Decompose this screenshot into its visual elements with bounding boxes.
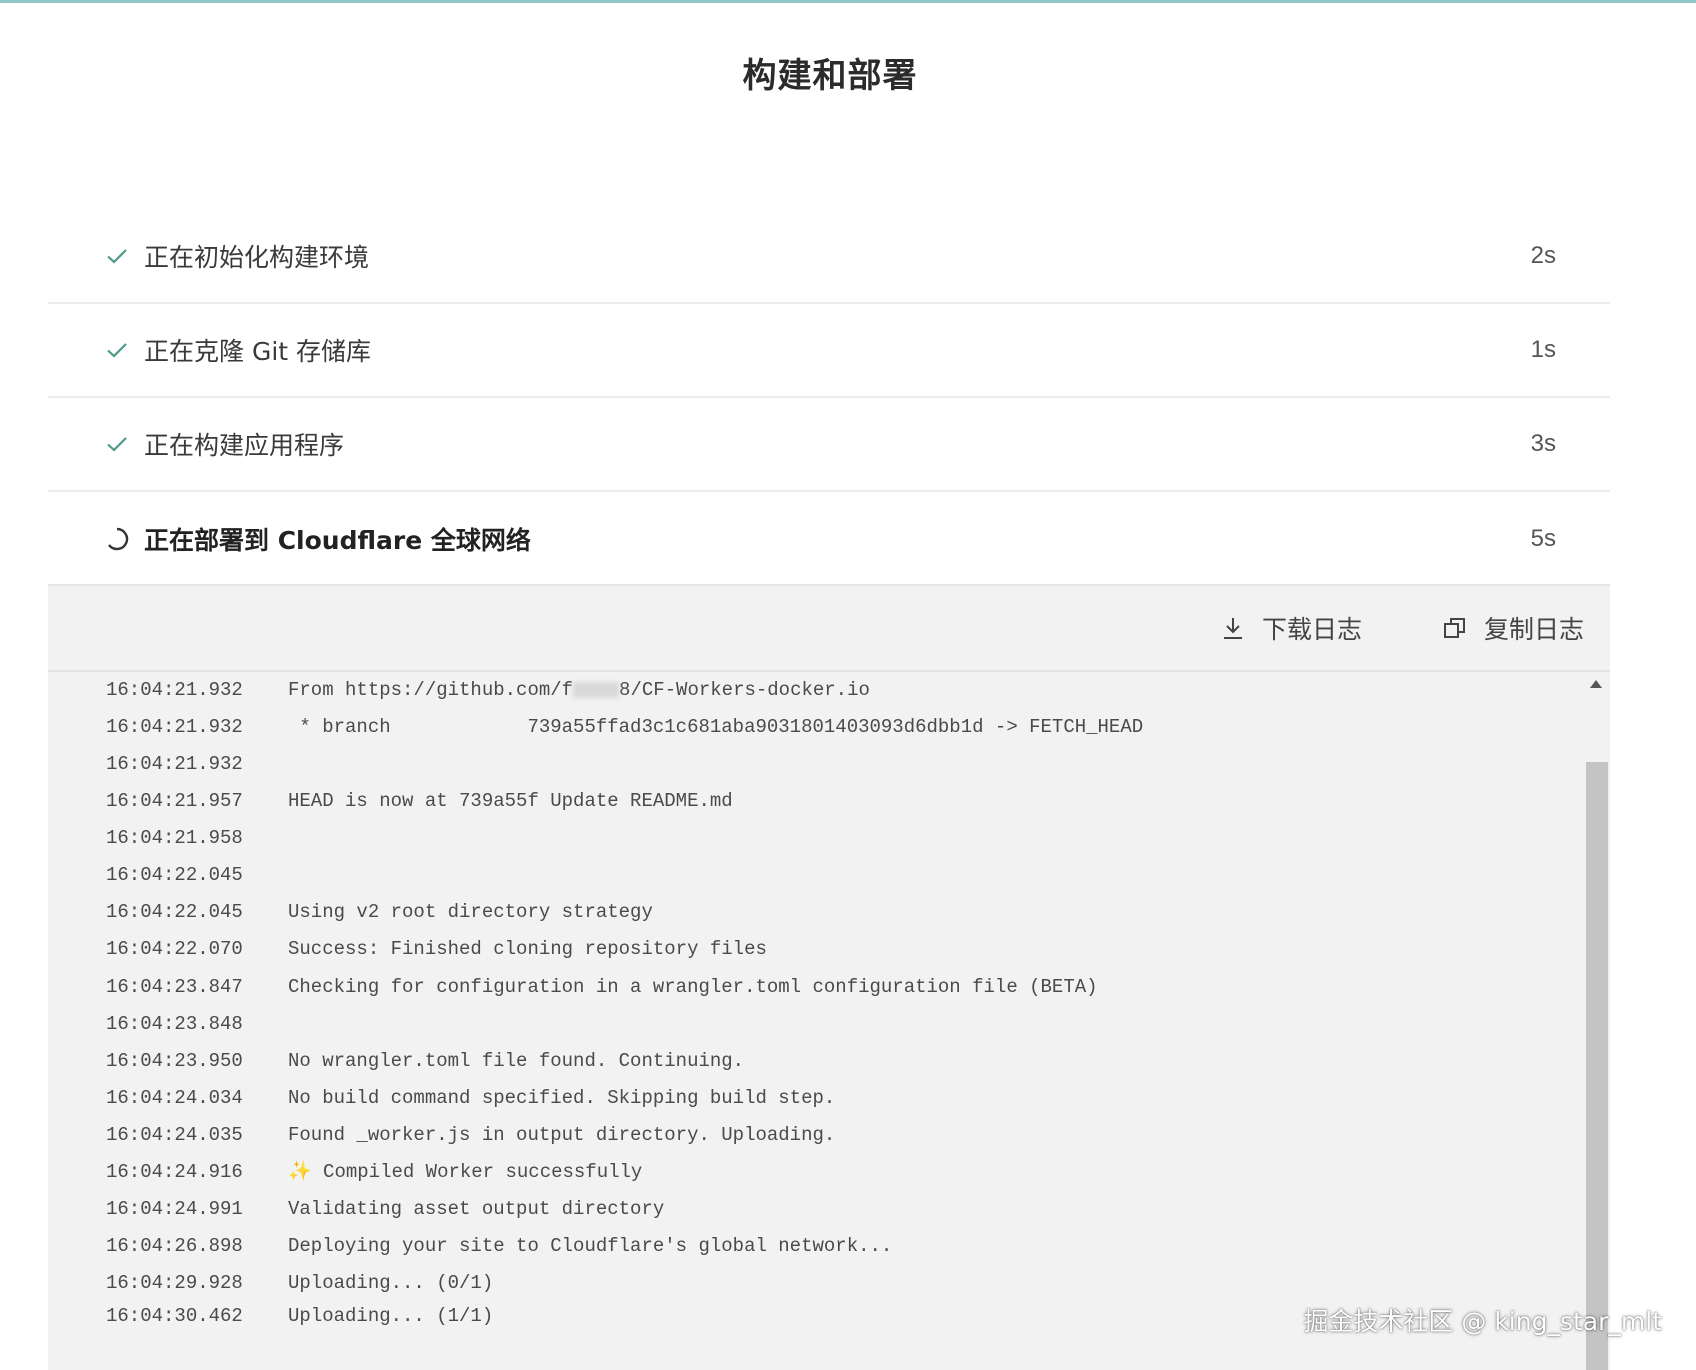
log-message: Success: Finished cloning repository fil… (288, 938, 767, 960)
log-message: Found _worker.js in output directory. Up… (288, 1124, 836, 1146)
step-label: 正在克隆 Git 存储库 (144, 337, 372, 366)
download-log-button[interactable]: 下载日志 (1220, 608, 1362, 648)
log-line: 16:04:21.932 * branch 739a55ffad3c1c681a… (48, 709, 1143, 745)
step-label: 正在初始化构建环境 (144, 243, 370, 272)
step-duration: 2s (1530, 242, 1556, 269)
step-clone-git: 正在克隆 Git 存储库 1s (48, 304, 1610, 398)
log-timestamp: 16:04:30.462 (106, 1305, 243, 1327)
step-label: 正在部署到 Cloudflare 全球网络 (144, 526, 531, 555)
log-timestamp: 16:04:29.928 (106, 1272, 243, 1294)
log-timestamp: 16:04:21.932 (106, 716, 243, 738)
loading-spinner-icon (104, 526, 130, 552)
log-timestamp: 16:04:22.045 (106, 901, 243, 923)
top-accent-bar (0, 0, 1696, 3)
log-timestamp: 16:04:23.950 (106, 1050, 243, 1072)
log-message: * branch 739a55ffad3c1c681aba90318014030… (288, 716, 1144, 738)
log-message: Validating asset output directory (288, 1198, 665, 1220)
log-line: 16:04:23.847 Checking for configuration … (48, 969, 1098, 1005)
copy-icon (1442, 615, 1468, 641)
check-icon (104, 337, 130, 363)
log-timestamp: 16:04:26.898 (106, 1235, 243, 1257)
log-line: 16:04:23.950 No wrangler.toml file found… (48, 1043, 744, 1079)
step-deploy-cloudflare[interactable]: 正在部署到 Cloudflare 全球网络 5s (48, 492, 1610, 586)
log-timestamp: 16:04:24.916 (106, 1161, 243, 1183)
copy-log-button[interactable]: 复制日志 (1442, 608, 1584, 648)
log-message: Deploying your site to Cloudflare's glob… (288, 1235, 893, 1257)
log-line: 16:04:23.848 (48, 1006, 243, 1042)
step-duration: 3s (1530, 430, 1556, 457)
log-line: 16:04:24.916 ✨ Compiled Worker successfu… (48, 1154, 642, 1190)
download-icon (1220, 615, 1246, 641)
log-message: Using v2 root directory strategy (288, 901, 653, 923)
log-line: 16:04:24.035 Found _worker.js in output … (48, 1117, 835, 1153)
log-timestamp: 16:04:21.932 (106, 753, 243, 775)
log-line: 16:04:26.898 Deploying your site to Clou… (48, 1228, 892, 1264)
log-line: 16:04:29.928 Uploading... (0/1) (48, 1265, 493, 1301)
log-timestamp: 16:04:24.035 (106, 1124, 243, 1146)
log-timestamp: 16:04:22.045 (106, 864, 243, 886)
step-label: 正在构建应用程序 (144, 431, 345, 460)
log-timestamp: 16:04:24.991 (106, 1198, 243, 1220)
log-line: 16:04:21.958 (48, 820, 243, 856)
check-icon (104, 431, 130, 457)
log-output[interactable]: 16:04:21.932 From https://github.com/f 8/… (48, 672, 1610, 1370)
log-timestamp: 16:04:21.958 (106, 827, 243, 849)
log-timestamp: 16:04:21.932 (106, 679, 243, 701)
scroll-up-arrow-icon[interactable] (1590, 680, 1602, 688)
log-line: 16:04:24.034 No build command specified.… (48, 1080, 835, 1116)
log-message: No wrangler.toml file found. Continuing. (288, 1050, 745, 1072)
log-timestamp: 16:04:24.034 (106, 1087, 243, 1109)
log-message: ✨ Compiled Worker successfully (288, 1161, 643, 1183)
log-message: Uploading... (0/1) (288, 1272, 494, 1294)
log-timestamp: 16:04:23.847 (106, 976, 243, 998)
log-line: 16:04:22.045 Using v2 root directory str… (48, 894, 653, 930)
scrollbar-thumb[interactable] (1586, 762, 1608, 1370)
step-init-environment: 正在初始化构建环境 2s (48, 210, 1610, 304)
download-log-label: 下载日志 (1262, 615, 1363, 644)
log-message: Uploading... (1/1) (288, 1305, 494, 1327)
log-timestamp: 16:04:22.070 (106, 938, 243, 960)
log-scrollbar[interactable] (1582, 672, 1610, 1370)
log-line: 16:04:30.462 Uploading... (1/1) (48, 1298, 493, 1334)
log-timestamp: 16:04:21.957 (106, 790, 243, 812)
copy-log-label: 复制日志 (1484, 615, 1585, 644)
step-duration: 5s (1530, 525, 1556, 552)
log-line: 16:04:21.932 From https://github.com/f 8/… (48, 672, 870, 708)
log-message: Checking for configuration in a wrangler… (288, 976, 1098, 998)
log-message: No build command specified. Skipping bui… (288, 1087, 836, 1109)
check-icon (104, 243, 130, 269)
build-steps-list: 正在初始化构建环境 2s 正在克隆 Git 存储库 1s 正在构建应用程序 3s… (48, 210, 1610, 586)
log-line: 16:04:21.957 HEAD is now at 739a55f Upda… (48, 783, 733, 819)
log-message: HEAD is now at 739a55f Update README.md (288, 790, 733, 812)
step-build-app: 正在构建应用程序 3s (48, 398, 1610, 492)
watermark-text: 掘金技术社区 @ king_star_mlt (1303, 1307, 1662, 1336)
log-line: 16:04:24.991 Validating asset output dir… (48, 1191, 664, 1227)
page-title: 构建和部署 (742, 56, 918, 96)
log-toolbar: 下载日志 复制日志 (48, 586, 1610, 672)
log-line: 16:04:21.932 (48, 746, 243, 782)
log-message: From https://github.com/f 8/CF-Workers-do… (288, 679, 870, 701)
log-line: 16:04:22.070 Success: Finished cloning r… (48, 931, 767, 967)
redacted-text (573, 681, 620, 698)
log-timestamp: 16:04:23.848 (106, 1013, 243, 1035)
log-line: 16:04:22.045 (48, 857, 243, 893)
log-panel: 下载日志 复制日志 16:04:21.932 From https://gith… (48, 584, 1610, 1370)
step-duration: 1s (1530, 336, 1556, 363)
